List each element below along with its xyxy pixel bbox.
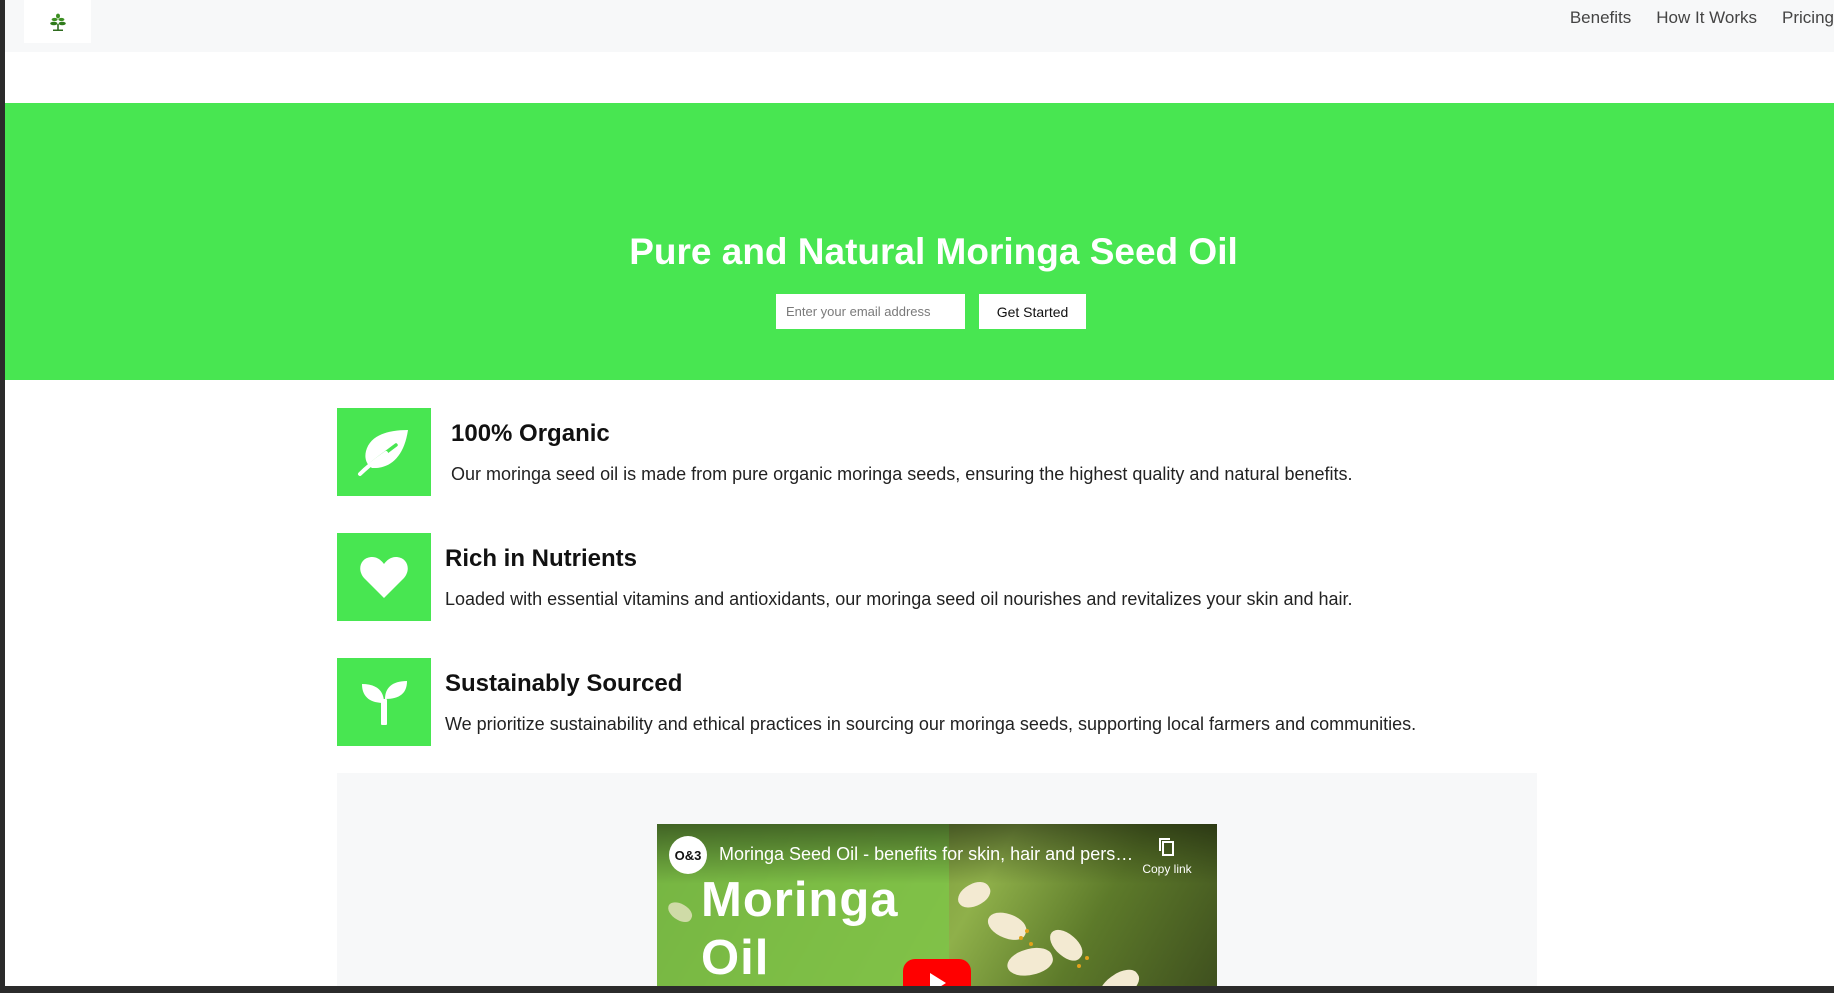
feature-organic: 100% Organic Our moringa seed oil is mad… — [337, 408, 1537, 496]
feature-nutrients: Rich in Nutrients Loaded with essential … — [337, 533, 1537, 621]
feature-title: Rich in Nutrients — [445, 545, 638, 572]
youtube-embed[interactable]: O&3 Moringa Seed Oil - benefits for skin… — [657, 824, 1217, 986]
email-input[interactable] — [776, 294, 965, 329]
heart-icon — [360, 556, 408, 598]
page: Benefits How It Works Pricing Pure and N… — [5, 0, 1834, 986]
leaf-icon — [358, 430, 408, 476]
feature-title: Sustainably Sourced — [445, 670, 683, 697]
nav-link-benefits[interactable]: Benefits — [1570, 8, 1631, 28]
moringa-plant-icon — [49, 13, 66, 31]
get-started-button[interactable]: Get Started — [979, 294, 1086, 329]
thumbnail-text-line1: Moringa — [701, 873, 899, 927]
copy-link-button[interactable]: Copy link — [1137, 837, 1197, 876]
copy-link-label: Copy link — [1142, 862, 1192, 876]
top-nav: Benefits How It Works Pricing — [5, 0, 1834, 52]
nav-link-how-it-works[interactable]: How It Works — [1656, 8, 1757, 28]
play-icon — [930, 973, 946, 986]
video-section: O&3 Moringa Seed Oil - benefits for skin… — [337, 773, 1537, 986]
feature-icon-tile — [337, 658, 431, 746]
thumbnail-text-line2: Oil — [701, 931, 770, 985]
nav-link-pricing[interactable]: Pricing — [1782, 8, 1834, 28]
feature-description: Our moringa seed oil is made from pure o… — [451, 464, 1353, 484]
feature-sustainable: Sustainably Sourced We prioritize sustai… — [337, 658, 1537, 746]
feature-icon-tile — [337, 408, 431, 496]
channel-avatar[interactable]: O&3 — [669, 836, 707, 874]
feature-description: Loaded with essential vitamins and antio… — [445, 589, 1353, 609]
feature-icon-tile — [337, 533, 431, 621]
seedling-icon — [362, 681, 407, 725]
hero-section: Pure and Natural Moringa Seed Oil Get St… — [5, 103, 1834, 380]
feature-description: We prioritize sustainability and ethical… — [445, 714, 1417, 734]
feature-title: 100% Organic — [451, 420, 610, 447]
video-title[interactable]: Moringa Seed Oil - benefits for skin, ha… — [719, 844, 1133, 865]
hero-title: Pure and Natural Moringa Seed Oil — [629, 231, 1238, 272]
logo[interactable] — [24, 0, 91, 43]
nav-links: Benefits How It Works Pricing — [1570, 0, 1834, 36]
play-button[interactable] — [903, 959, 971, 986]
copy-icon — [1159, 838, 1174, 856]
signup-form: Get Started — [776, 294, 1086, 329]
